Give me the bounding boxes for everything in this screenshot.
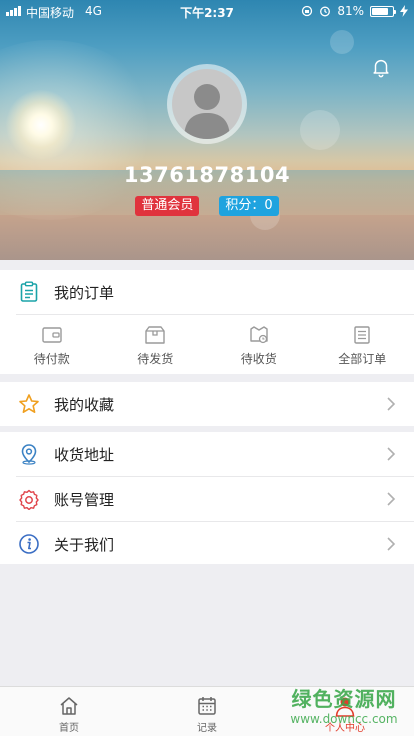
battery-icon	[370, 5, 396, 17]
tab-profile[interactable]: 个人中心	[276, 687, 414, 736]
order-status-label: 全部订单	[338, 352, 387, 366]
order-status-pending-payment[interactable]: 待付款	[0, 315, 104, 375]
alarm-icon	[320, 6, 331, 17]
order-status-pending-shipment[interactable]: 待发货	[104, 315, 208, 375]
calendar-icon	[198, 697, 216, 715]
bokeh-light	[300, 110, 340, 150]
tab-label: 记录	[197, 723, 217, 734]
account-row[interactable]: 账号管理	[0, 477, 414, 521]
order-status-list: 待付款 待发货 待收货 全部订单	[0, 315, 414, 375]
order-status-pending-receipt[interactable]: 待收货	[207, 315, 311, 375]
tab-records[interactable]: 记录	[138, 687, 276, 736]
my-orders-row[interactable]: 我的订单	[0, 270, 414, 314]
status-bar: 中国移动 4G 下午2:37 81%	[0, 0, 414, 22]
sun	[6, 90, 76, 160]
default-avatar-icon	[184, 84, 230, 139]
charging-icon	[400, 5, 408, 17]
user-phone: 13761878104	[123, 163, 291, 187]
order-status-label: 待收货	[240, 352, 277, 366]
rotation-lock-icon	[302, 5, 313, 17]
avatar[interactable]	[167, 64, 247, 144]
home-icon	[60, 697, 78, 715]
list-icon	[354, 326, 370, 344]
orders-card: 我的订单 待付款 待发货 待收货 全部订单	[0, 270, 414, 374]
profile-header: 中国移动 4G 下午2:37 81% 13761878104 普通会员 积分：0	[0, 0, 414, 260]
star-icon	[19, 394, 39, 413]
tab-label: 个人中心	[325, 723, 365, 734]
points-badge[interactable]: 积分：0	[219, 196, 279, 216]
order-status-label: 待付款	[33, 352, 70, 366]
chevron-right-icon	[387, 492, 396, 506]
truck-icon	[250, 326, 268, 344]
person-icon	[335, 697, 355, 717]
member-level-badge: 普通会员	[135, 196, 200, 216]
chevron-right-icon	[387, 397, 396, 411]
order-status-label: 待发货	[137, 352, 174, 366]
gear-icon	[19, 489, 39, 510]
battery-percent: 81%	[337, 4, 364, 18]
chevron-right-icon	[387, 447, 396, 461]
address-row[interactable]: 收货地址	[0, 432, 414, 476]
my-orders-label: 我的订单	[54, 283, 115, 302]
tab-home[interactable]: 首页	[0, 687, 138, 736]
wallet-icon	[42, 327, 62, 343]
favorites-label: 我的收藏	[54, 395, 115, 414]
settings-card: 收货地址 账号管理 关于我们	[0, 432, 414, 564]
tab-bar: 首页 记录 个人中心	[0, 686, 414, 736]
favorites-row[interactable]: 我的收藏	[0, 382, 414, 426]
address-label: 收货地址	[54, 445, 115, 464]
info-icon	[19, 534, 39, 554]
bokeh-light	[330, 30, 354, 54]
bell-icon[interactable]	[370, 56, 392, 78]
favorites-card: 我的收藏	[0, 382, 414, 426]
about-label: 关于我们	[54, 535, 115, 554]
account-label: 账号管理	[54, 490, 115, 509]
clipboard-icon	[20, 281, 38, 302]
about-row[interactable]: 关于我们	[0, 522, 414, 566]
order-status-all[interactable]: 全部订单	[311, 315, 414, 375]
location-icon	[21, 444, 37, 465]
profile-badges: 普通会员 积分：0	[0, 196, 414, 216]
status-right: 81%	[301, 4, 408, 18]
chevron-right-icon	[387, 537, 396, 551]
tab-label: 首页	[59, 723, 79, 734]
box-icon	[145, 326, 165, 344]
